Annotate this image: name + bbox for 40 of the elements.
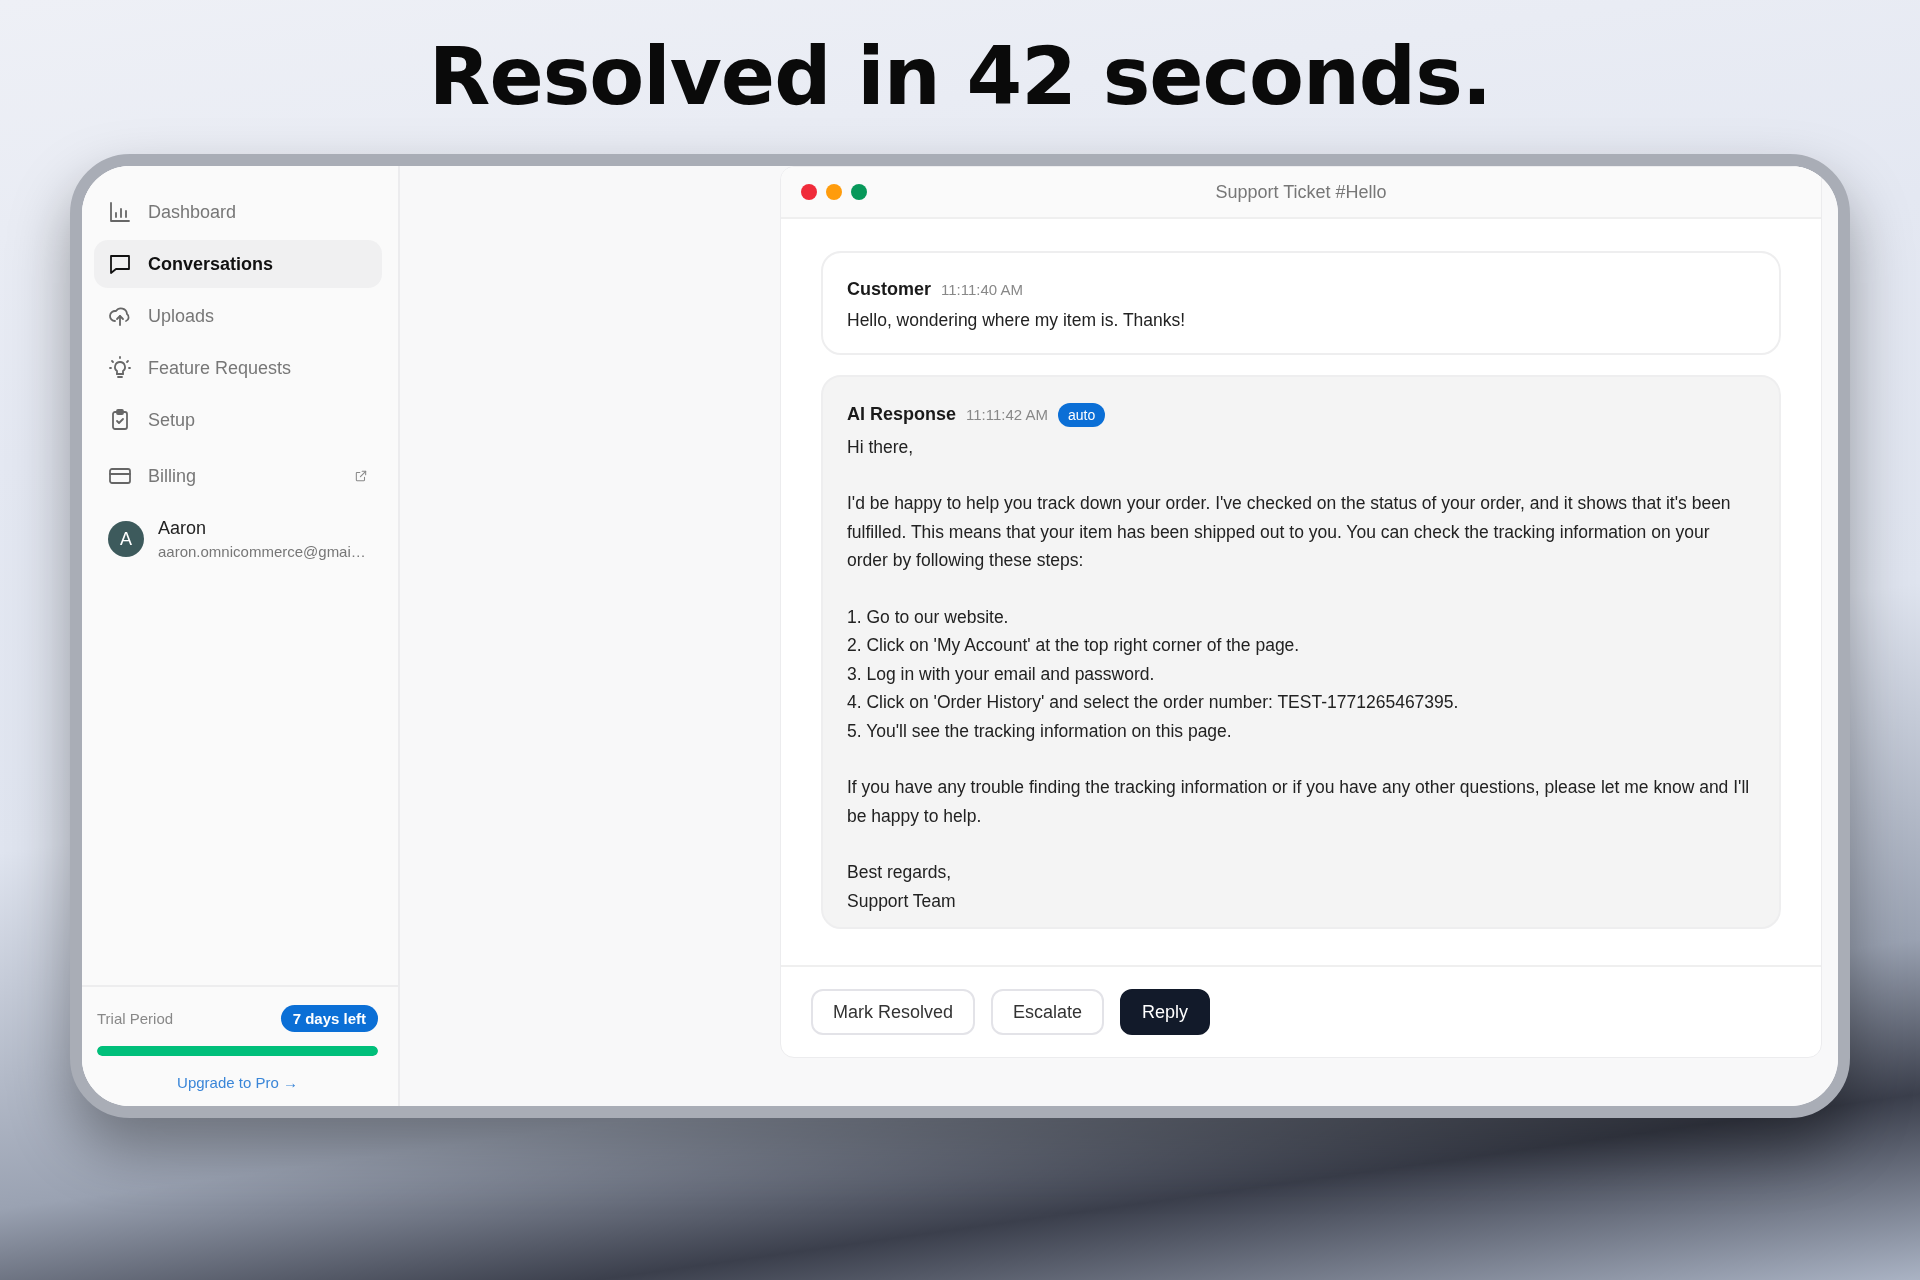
- message-text: Hello, wondering where my item is. Thanks!: [847, 309, 1187, 332]
- lightbulb-icon: [108, 356, 132, 380]
- message-text: If you have any trouble finding the tracking information or if you have any other questions, please let me know and I'll be happy to help.: [847, 776, 1751, 828]
- days-left-badge: 7 days left: [280, 1005, 378, 1032]
- message-author: AI Response: [847, 404, 957, 425]
- sidebar-item[interactable]: Billing: [94, 448, 382, 504]
- upgrade-link[interactable]: Upgrade to Pro →: [177, 1074, 298, 1091]
- auto-badge: auto: [1058, 402, 1106, 427]
- sidebar-item[interactable]: Conversations: [94, 240, 382, 288]
- sidebar-item[interactable]: Uploads: [94, 292, 382, 340]
- message-text: 5. You'll see the tracking information on this page.: [847, 719, 1233, 743]
- message-text: I'd be happy to help you track down your order. I've checked on the status of your order, and it shows that it's been fulfilled. This means that your item has been shipped out to you. You can check the tracking information on your order by following these steps:: [847, 492, 1732, 572]
- headline: Resolved in 42 seconds.: [428, 29, 1492, 125]
- message-text: Support Team: [847, 889, 957, 913]
- window-close-button[interactable]: [801, 184, 817, 200]
- sidebar-item[interactable]: Dashboard: [94, 188, 382, 236]
- message-time: 11:11:40 AM: [941, 281, 1024, 298]
- cloud-upload-icon: [108, 304, 132, 328]
- sidebar-item[interactable]: Feature Requests: [94, 344, 382, 392]
- message-author: Customer: [847, 279, 931, 300]
- trial-label: Trial Period: [97, 1010, 174, 1027]
- message-text: Hi there,: [847, 435, 915, 459]
- chat-bubble-icon: [108, 252, 132, 276]
- avatar: A: [108, 521, 144, 557]
- bar-chart-icon: [108, 200, 132, 224]
- action-button[interactable]: Mark Resolved: [811, 989, 976, 1035]
- window-title: Support Ticket #Hello: [1214, 181, 1388, 203]
- reply-button[interactable]: Reply: [1120, 989, 1211, 1035]
- window-minimize-button[interactable]: [826, 184, 842, 200]
- message-text: 2. Click on 'My Account' at the top right corner of the page.: [847, 634, 1301, 657]
- message-text: 3. Log in with your email and password.: [847, 662, 1156, 686]
- sidebar-item[interactable]: Setup: [94, 396, 382, 444]
- message-text: Best regards,: [847, 861, 953, 884]
- user-email: aaron.omnicommerce@gmai…: [158, 543, 366, 560]
- message-text: 1. Go to our website.: [847, 605, 1010, 629]
- message-time: 11:11:42 AM: [966, 406, 1049, 423]
- window-maximize-button[interactable]: [851, 184, 867, 200]
- user-name: Aaron: [158, 518, 208, 539]
- action-button[interactable]: Escalate: [991, 989, 1105, 1035]
- message-text: 4. Click on 'Order History' and select the order number: TEST-1771265467395.: [847, 691, 1460, 714]
